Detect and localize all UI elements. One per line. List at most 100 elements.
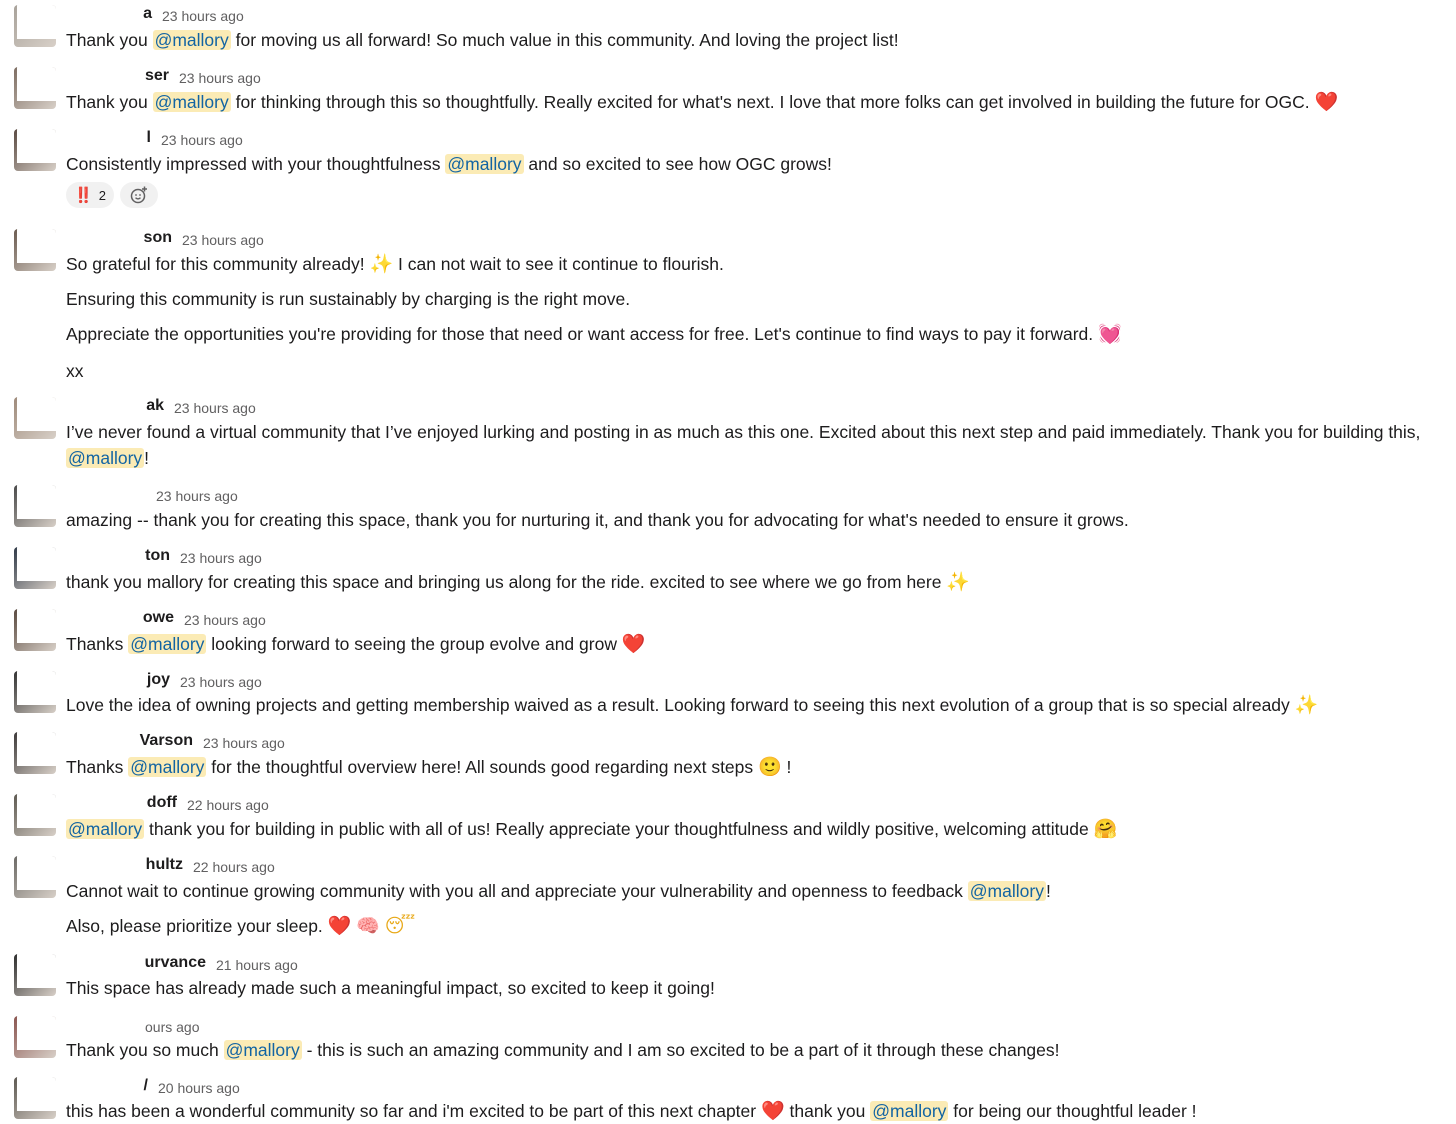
avatar[interactable]: [14, 609, 56, 651]
sender-name[interactable]: ser: [145, 67, 169, 85]
text-span: !: [781, 757, 792, 777]
sender-name[interactable]: Varson: [140, 732, 193, 750]
text-span: xx: [66, 361, 84, 381]
message-text: Thank you @mallory for thinking through …: [66, 89, 1338, 115]
sender-name[interactable]: hultz: [146, 856, 183, 874]
message-text: @mallory!: [66, 445, 149, 471]
avatar-crop: [17, 397, 56, 431]
message-text: Also, please prioritize your sleep. ❤️ 🧠…: [66, 913, 415, 939]
text-span: Thank you: [66, 30, 153, 50]
sparkles-emoji: ✨: [369, 253, 394, 275]
message-text: Cannot wait to continue growing communit…: [66, 878, 1051, 904]
mention-link[interactable]: @mallory: [223, 1040, 302, 1060]
hug-emoji: 🤗: [1093, 818, 1118, 840]
reaction-pill[interactable]: ‼️ 2: [66, 182, 114, 208]
sender-name[interactable]: a: [143, 5, 152, 23]
avatar[interactable]: [14, 485, 56, 527]
avatar[interactable]: [14, 67, 56, 109]
timestamp[interactable]: 22 hours ago: [193, 859, 275, 875]
timestamp[interactable]: 22 hours ago: [187, 797, 269, 813]
text-span: thank you: [784, 1101, 871, 1121]
mention-link[interactable]: @mallory: [128, 757, 207, 777]
avatar[interactable]: [14, 1077, 56, 1119]
message-text: Love the idea of owning projects and get…: [66, 692, 1318, 718]
message-text: So grateful for this community already! …: [66, 251, 724, 277]
avatar-crop: [17, 5, 56, 39]
text-span: and so excited to see how OGC grows!: [523, 154, 832, 174]
timestamp[interactable]: 23 hours ago: [161, 132, 243, 148]
avatar[interactable]: [14, 1016, 56, 1058]
text-span: So grateful for this community already!: [66, 254, 370, 274]
message-text: I’ve never found a virtual community tha…: [66, 419, 1420, 445]
avatar[interactable]: [14, 856, 56, 898]
timestamp[interactable]: 23 hours ago: [156, 488, 238, 504]
message-text: Thank you so much @mallory - this is suc…: [66, 1037, 1060, 1063]
sparkles-emoji: ✨: [946, 571, 971, 593]
text-span: thank you mallory for creating this spac…: [66, 572, 947, 592]
mention-link[interactable]: @mallory: [66, 819, 145, 839]
avatar-crop: [17, 671, 56, 705]
message-text: Ensuring this community is run sustainab…: [66, 286, 630, 312]
sender-name[interactable]: l: [147, 129, 151, 147]
message-text: this has been a wonderful community so f…: [66, 1098, 1197, 1124]
timestamp[interactable]: 23 hours ago: [184, 612, 266, 628]
avatar[interactable]: [14, 732, 56, 774]
timestamp[interactable]: 23 hours ago: [179, 70, 261, 86]
message-text: thank you mallory for creating this spac…: [66, 569, 970, 595]
avatar-crop: [17, 1016, 56, 1050]
timestamp[interactable]: 23 hours ago: [203, 735, 285, 751]
mention-link[interactable]: @mallory: [152, 30, 231, 50]
heart-emoji: ❤️: [1314, 91, 1339, 113]
text-span: This space has already made such a meani…: [66, 978, 715, 998]
timestamp[interactable]: 23 hours ago: [174, 400, 256, 416]
mention-link[interactable]: @mallory: [870, 1101, 949, 1121]
timestamp[interactable]: ours ago: [145, 1019, 199, 1035]
sender-name[interactable]: ton: [145, 547, 170, 565]
message-text: Thanks @mallory for the thoughtful overv…: [66, 754, 791, 780]
timestamp[interactable]: 23 hours ago: [162, 8, 244, 24]
message-text: Appreciate the opportunities you're prov…: [66, 321, 1122, 347]
sender-name[interactable]: joy: [147, 671, 170, 689]
avatar-crop: [17, 732, 56, 766]
mention-link[interactable]: @mallory: [66, 448, 145, 468]
avatar[interactable]: [14, 229, 56, 271]
avatar[interactable]: [14, 954, 56, 996]
sender-name[interactable]: /: [144, 1077, 148, 1095]
sender-name[interactable]: doff: [147, 794, 177, 812]
avatar[interactable]: [14, 671, 56, 713]
text-span: I’ve never found a virtual community tha…: [66, 422, 1421, 442]
mention-link[interactable]: @mallory: [152, 92, 231, 112]
timestamp[interactable]: 23 hours ago: [180, 674, 262, 690]
smile-emoji: 🙂: [758, 756, 782, 778]
sender-name[interactable]: urvance: [145, 954, 206, 972]
timestamp[interactable]: 21 hours ago: [216, 957, 298, 973]
sender-name[interactable]: son: [144, 229, 172, 247]
sender-name[interactable]: owe: [143, 609, 174, 627]
avatar[interactable]: [14, 5, 56, 47]
mention-link[interactable]: @mallory: [445, 154, 524, 174]
avatar-crop: [17, 485, 56, 519]
avatar[interactable]: [14, 547, 56, 589]
avatar[interactable]: [14, 794, 56, 836]
mention-link[interactable]: @mallory: [967, 881, 1046, 901]
text-span: !: [144, 448, 150, 468]
timestamp[interactable]: 23 hours ago: [180, 550, 262, 566]
text-span: - this is such an amazing community and …: [301, 1040, 1060, 1060]
mention-link[interactable]: @mallory: [128, 634, 207, 654]
text-span: Thank you: [66, 92, 153, 112]
timestamp[interactable]: 20 hours ago: [158, 1080, 240, 1096]
timestamp[interactable]: 23 hours ago: [182, 232, 264, 248]
text-span: for the thoughtful overview here! All so…: [206, 757, 759, 777]
message-text: This space has already made such a meani…: [66, 975, 715, 1001]
avatar-crop: [17, 67, 56, 101]
avatar[interactable]: [14, 129, 56, 171]
message-text: Thank you @mallory for moving us all for…: [66, 27, 899, 53]
beating-heart-emoji: 💓: [1097, 323, 1122, 345]
sender-name[interactable]: ak: [146, 397, 164, 415]
avatar-crop: [17, 1077, 56, 1111]
text-span: Cannot wait to continue growing communit…: [66, 881, 968, 901]
avatar[interactable]: [14, 397, 56, 439]
message-text: Consistently impressed with your thought…: [66, 151, 832, 177]
add-reaction-button[interactable]: [119, 182, 158, 208]
text-span: this has been a wonderful community so f…: [66, 1101, 761, 1121]
